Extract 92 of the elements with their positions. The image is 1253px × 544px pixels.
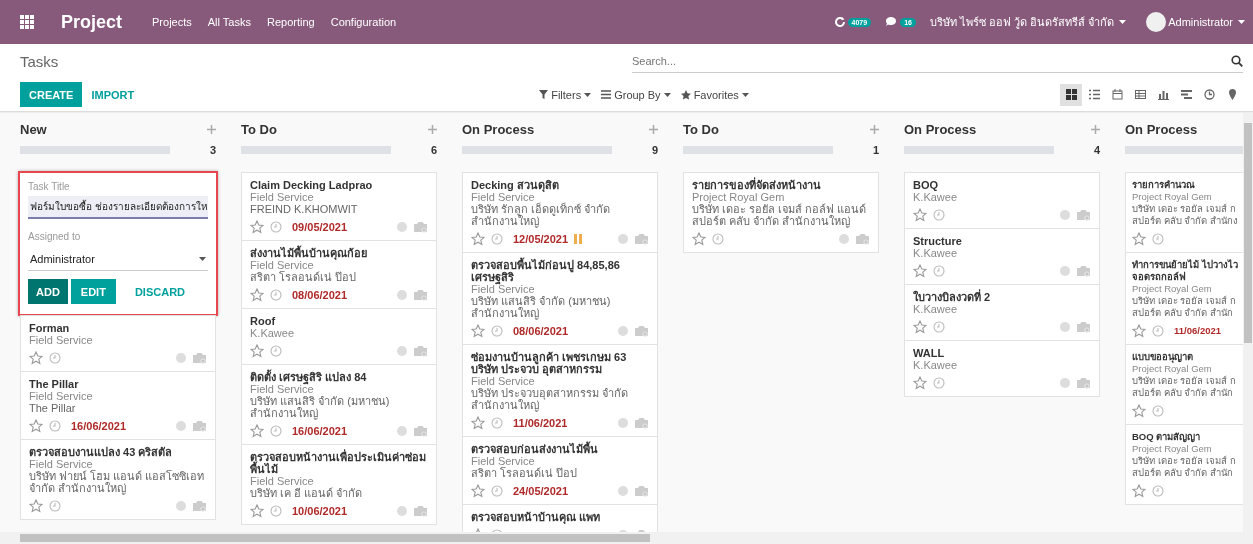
project-name: K.Kawee — [913, 359, 959, 371]
task-title: รายการของที่จัดส่งหน้างาน — [692, 179, 822, 191]
task-title: ซ่อมงานบ้านลูกค้า เพชรเกษม 63 บริษัท ประจวบ อุตสาหกรรม — [471, 351, 628, 375]
task-title: Structure — [913, 235, 963, 247]
project-name: K.Kawee — [250, 327, 296, 339]
customer-name: สำนักงานใหญ่ — [471, 307, 540, 319]
customer-name: สริตา โรลอนด์เน่ ป๊อป — [471, 467, 579, 479]
project-name: Field Service — [471, 191, 535, 203]
task-title: Roof — [250, 315, 277, 327]
task-title: Claim Decking Ladprao — [250, 179, 374, 191]
task-title: ทำการขนย้ายไม้ ไปวางไว จอดรถกอล์ฟ — [1132, 259, 1239, 283]
column-title: On Process — [904, 121, 977, 137]
column-title: To Do — [683, 121, 719, 137]
customer-name: บริษัท เค อี แอนด์ จำกัด — [250, 487, 364, 499]
project-name: Field Service — [250, 191, 315, 203]
task-title: BOQ ตามสัญญา — [1132, 431, 1202, 443]
deadline-date: 09/05/2021 — [292, 221, 348, 233]
deadline-date: 16/06/2021 — [71, 420, 127, 432]
column-title: New — [20, 121, 47, 137]
deadline-date: 08/06/2021 — [292, 289, 348, 301]
project-name: Project Royal Gem — [1132, 283, 1213, 295]
project-name: Project Royal Gem — [1132, 443, 1213, 455]
customer-name: สปอร์ต คลับ จำกัด สำนัก — [1132, 387, 1234, 399]
deadline-date: 08/06/2021 — [513, 325, 569, 337]
customer-name: The Pillar — [29, 402, 77, 414]
deadline-date: 16/06/2021 — [292, 425, 348, 437]
deadline-date: 11/06/2021 — [513, 417, 568, 429]
deadline-date: 10/06/2021 — [292, 505, 348, 517]
menu-label: Group By — [614, 88, 661, 101]
customer-name: บริษัท เดอะ รอยัล เจมส์ ก — [1132, 455, 1237, 467]
customer-name: บริษัท รักลูก เอ็ดดูเท็กซ์ จำกัด — [471, 203, 612, 215]
task-title: ใบวางบิลงวดที่ 2 — [913, 291, 992, 303]
column-title: On Process — [462, 121, 535, 137]
task-title: แบบขออนุญาต — [1132, 351, 1194, 363]
task-title: Forman — [29, 322, 71, 334]
column-count: 1 — [872, 144, 879, 156]
customer-name: สปอร์ต คลับ จำกัด สำนัก — [1132, 307, 1234, 319]
column-count: 4 — [1093, 144, 1100, 156]
customer-name: บริษัท แสนสิริ จำกัด (มหาชน) — [471, 295, 612, 307]
customer-name: จำกัด สำนักงานใหญ่ — [29, 482, 128, 494]
task-title: WALL — [913, 347, 946, 359]
deadline-date: 11/06/2021 — [1174, 325, 1222, 337]
column-count: 9 — [651, 144, 658, 156]
customer-name: บริษัท เดอะ รอยัล เจมส์ ก — [1132, 375, 1237, 387]
project-name: Field Service — [250, 475, 315, 487]
deadline-date: 24/05/2021 — [513, 485, 569, 497]
column-title: To Do — [241, 121, 277, 137]
project-name: Project Royal Gem — [1132, 191, 1213, 203]
project-name: Field Service — [29, 458, 94, 470]
project-name: Field Service — [250, 259, 314, 271]
customer-name: สริตา โรลอนด์เน่ ป๊อป — [250, 271, 358, 283]
task-title: ตรวจสอบงานแปลง 43 คริสตัล — [29, 446, 174, 458]
project-name: K.Kawee — [913, 191, 959, 203]
task-title: The Pillar — [29, 378, 80, 390]
customer-name: สปอร์ต คลับ จำกัด สำนักง — [1132, 215, 1239, 227]
project-name: Field Service — [250, 383, 314, 395]
task-title: รายการคำนวณ — [1132, 179, 1196, 191]
project-name: Project Royal Gem — [1132, 363, 1213, 375]
breadcrumb: Tasks — [20, 53, 60, 70]
customer-name: สปอร์ต คลับ จำกัด สำนัก — [1132, 467, 1234, 479]
field-label: Task Title — [28, 181, 71, 192]
app-title: Project — [61, 11, 123, 33]
task-title: ตรวจสอบหน้างานเพื่อประเมินค่าซ่อมพื้นไม้ — [250, 451, 427, 475]
field-label: Assigned to — [28, 231, 82, 242]
project-name: Field Service — [471, 375, 536, 387]
column-title: On Process — [1125, 121, 1198, 137]
project-name: Field Service — [29, 334, 94, 346]
project-name: K.Kawee — [913, 247, 959, 259]
customer-name: สำนักงานใหญ่ — [250, 407, 319, 419]
menu-label: Favorites — [693, 88, 739, 101]
customer-name: สำนักงานใหญ่ — [471, 399, 539, 411]
customer-name: บริษัท แสนสิริ จำกัด (มหาชน) — [250, 395, 391, 407]
customer-name: บริษัท เดอะ รอยัล เจมส์ ก — [1132, 203, 1237, 215]
deadline-date: 12/05/2021 — [513, 233, 569, 245]
menu-label: Filters — [551, 88, 582, 101]
column-count: 3 — [209, 144, 216, 156]
customer-name: สปอร์ต คลับ จำกัด สำนักงานใหญ่ — [692, 215, 852, 227]
customer-name: บริษัท เดอะ รอยัล เจมส์ กอล์ฟ แอนด์ — [692, 203, 868, 215]
column-count: 6 — [430, 144, 437, 156]
project-name: Field Service — [471, 283, 536, 295]
customer-name: บริษัท ฟายน์ โฮม แอนด์ แอสโซซิเอท — [29, 470, 206, 482]
task-title: ตรวจสอบหน้าบ้านคุณ แพท — [471, 511, 602, 523]
project-name: K.Kawee — [913, 303, 959, 315]
task-title: BOQ — [913, 179, 940, 191]
customer-name: บริษัท เดอะ รอยัล เจมส์ ก — [1132, 295, 1237, 307]
project-name: Field Service — [29, 390, 94, 402]
customer-name: FREIND K.KHOMWIT — [250, 203, 359, 215]
customer-name: บริษัท ประจวบอุตสาหกรรม จำกัด — [471, 387, 630, 399]
task-title: ตรวจสอบก่อนส่งงานไม้พื้น — [471, 443, 599, 455]
customer-name: สำนักงานใหญ่ — [471, 215, 539, 227]
project-name: Project Royal Gem — [692, 191, 785, 203]
project-name: Field Service — [471, 455, 536, 467]
